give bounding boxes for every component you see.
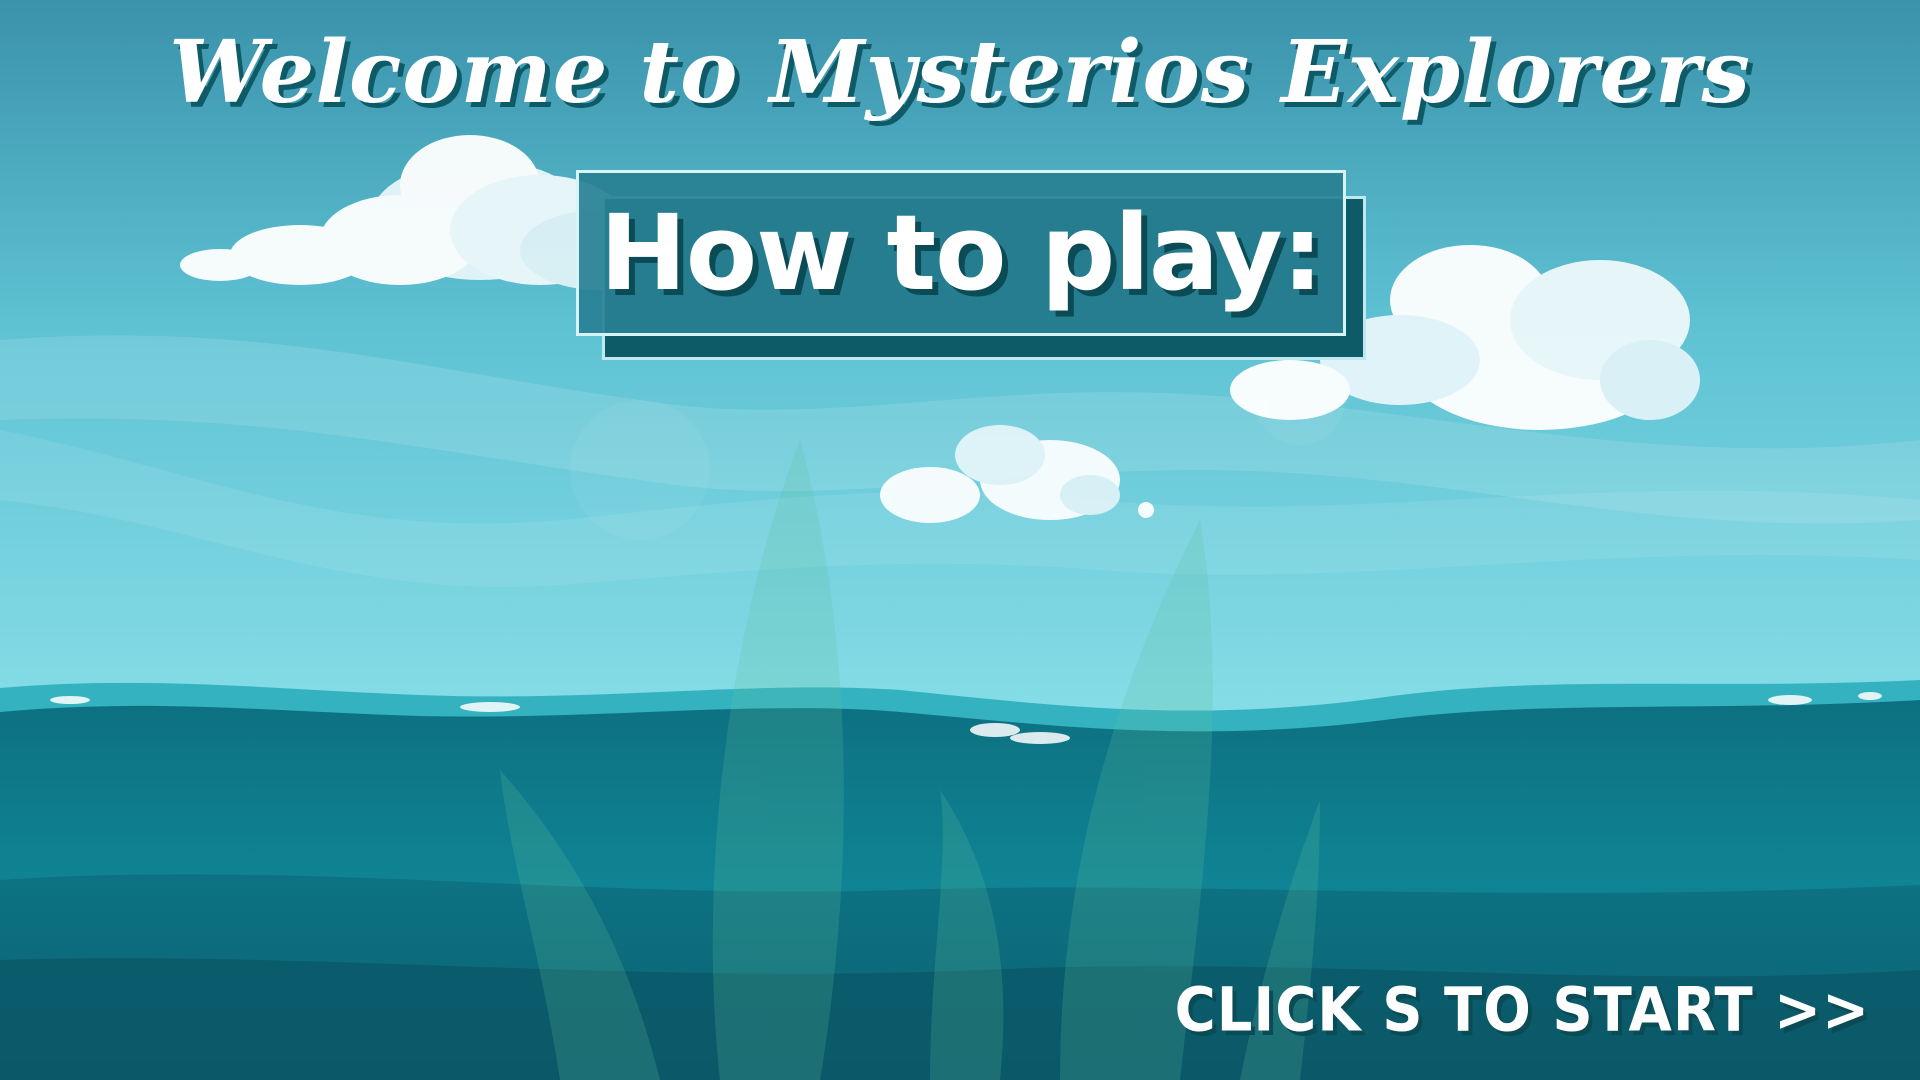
- start-prompt[interactable]: CLICK S TO START >>: [1175, 975, 1870, 1045]
- heading-text: How to play:: [599, 192, 1324, 314]
- game-title: Welcome to Mysterios Explorers: [169, 22, 1751, 123]
- ocean-background: [0, 0, 1920, 1080]
- heading-panel: How to play:: [576, 170, 1346, 336]
